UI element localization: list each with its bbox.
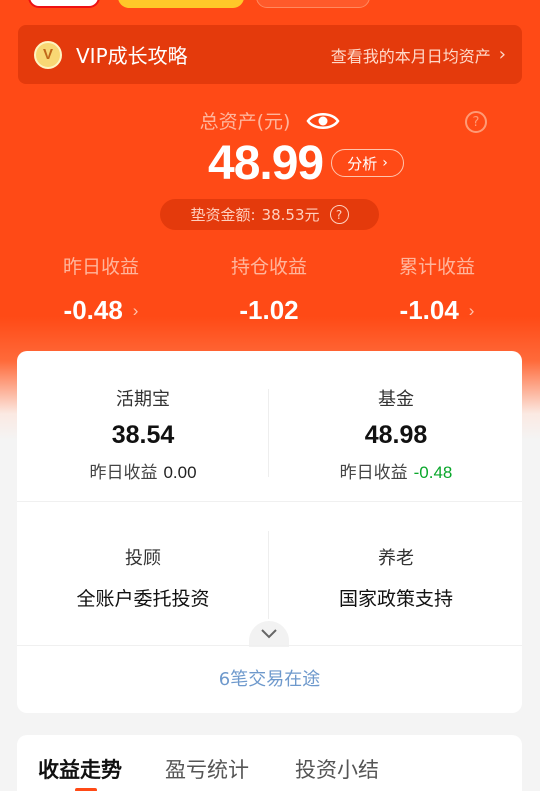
stat-value-row: -1.02 xyxy=(184,295,354,326)
stat-value-row: -0.48 › xyxy=(16,295,186,326)
pending-transactions-link[interactable]: 6笔交易在途 xyxy=(17,665,522,691)
monthly-assets-link[interactable]: 查看我的本月日均资产 › xyxy=(331,43,506,67)
tab-earnings-trend[interactable]: 收益走势 xyxy=(38,754,122,784)
tab-profit-loss[interactable]: 盈亏统计 xyxy=(165,754,249,784)
top-banner-strip xyxy=(0,0,540,10)
divider xyxy=(268,389,269,477)
product-advisory[interactable]: 投顾 全账户委托投资 xyxy=(17,544,269,611)
chevron-down-icon xyxy=(261,629,277,639)
stat-label: 昨日收益 xyxy=(62,256,139,278)
chevron-right-icon: › xyxy=(468,300,475,320)
product-desc: 国家政策支持 xyxy=(338,588,453,610)
tab-investment-summary[interactable]: 投资小结 xyxy=(295,754,379,784)
total-assets-label-row: 总资产(元) xyxy=(0,107,540,134)
tab-bar: 收益走势 盈亏统计 投资小结 xyxy=(17,735,522,791)
divider xyxy=(268,531,269,619)
product-yesterday-value: -0.48 xyxy=(413,463,453,482)
advance-amount-label: 垫资金额: xyxy=(190,206,256,224)
product-yesterday-label: 昨日收益 xyxy=(89,463,158,483)
product-amount: 38.54 xyxy=(111,421,175,449)
product-title: 基金 xyxy=(378,389,414,410)
chevron-right-icon: › xyxy=(132,300,139,320)
stat-value: -0.48 xyxy=(63,295,123,325)
expand-button[interactable] xyxy=(249,621,289,647)
divider xyxy=(17,645,522,646)
vip-title: VIP成长攻略 xyxy=(76,44,188,68)
product-fund[interactable]: 基金 48.98 昨日收益 -0.48 xyxy=(270,385,522,483)
stat-value-row: -1.04 › xyxy=(352,295,522,326)
promo-chip[interactable] xyxy=(118,0,244,8)
product-yesterday-value: 0.00 xyxy=(163,463,197,482)
stat-label: 持仓收益 xyxy=(230,256,307,278)
stat-holding-earnings: 持仓收益 -1.02 xyxy=(184,252,354,326)
product-huoqibao[interactable]: 活期宝 38.54 昨日收益 0.00 xyxy=(17,385,269,483)
product-amount: 48.98 xyxy=(364,421,428,449)
monthly-assets-link-label: 查看我的本月日均资产 xyxy=(330,46,491,66)
stat-value: -1.02 xyxy=(239,295,299,325)
product-yesterday-row: 昨日收益 -0.48 xyxy=(270,458,522,483)
chevron-right-icon: › xyxy=(382,155,388,171)
divider xyxy=(17,501,522,502)
promo-chip[interactable] xyxy=(28,0,100,8)
analyze-button-label: 分析 xyxy=(347,154,378,173)
advance-amount-pill[interactable]: 垫资金额: 38.53元 ? xyxy=(160,199,379,230)
product-title: 投顾 xyxy=(125,548,161,569)
vip-badge-icon: V xyxy=(34,40,62,69)
total-assets-value: 48.99 xyxy=(208,137,324,190)
product-title: 活期宝 xyxy=(116,389,170,410)
chevron-right-icon: › xyxy=(498,44,506,65)
eye-icon[interactable] xyxy=(306,109,340,133)
holdings-card: 活期宝 38.54 昨日收益 0.00 基金 48.98 昨日收益 -0.48 投顾… xyxy=(17,351,522,713)
promo-chip[interactable] xyxy=(256,0,370,8)
vip-growth-bar[interactable]: V VIP成长攻略 查看我的本月日均资产 › xyxy=(18,25,522,84)
product-yesterday-label: 昨日收益 xyxy=(339,463,408,483)
earnings-stats: 昨日收益 -0.48 › 持仓收益 -1.02 累计收益 -1.04 › xyxy=(0,252,540,332)
advance-amount-value: 38.53元 xyxy=(261,206,320,224)
analyze-button[interactable]: 分析 › xyxy=(331,149,404,177)
product-desc: 全账户委托投资 xyxy=(76,588,210,610)
product-title: 养老 xyxy=(378,548,414,569)
stat-label: 累计收益 xyxy=(398,256,475,278)
product-yesterday-row: 昨日收益 0.00 xyxy=(17,458,269,483)
help-icon[interactable]: ? xyxy=(329,205,349,224)
stat-value: -1.04 xyxy=(399,295,459,325)
stat-yesterday-earnings[interactable]: 昨日收益 -0.48 › xyxy=(16,252,186,326)
total-assets-label: 总资产(元) xyxy=(199,111,291,133)
stat-cumulative-earnings[interactable]: 累计收益 -1.04 › xyxy=(352,252,522,326)
help-icon[interactable]: ? xyxy=(465,111,487,133)
product-pension[interactable]: 养老 国家政策支持 xyxy=(270,544,522,611)
